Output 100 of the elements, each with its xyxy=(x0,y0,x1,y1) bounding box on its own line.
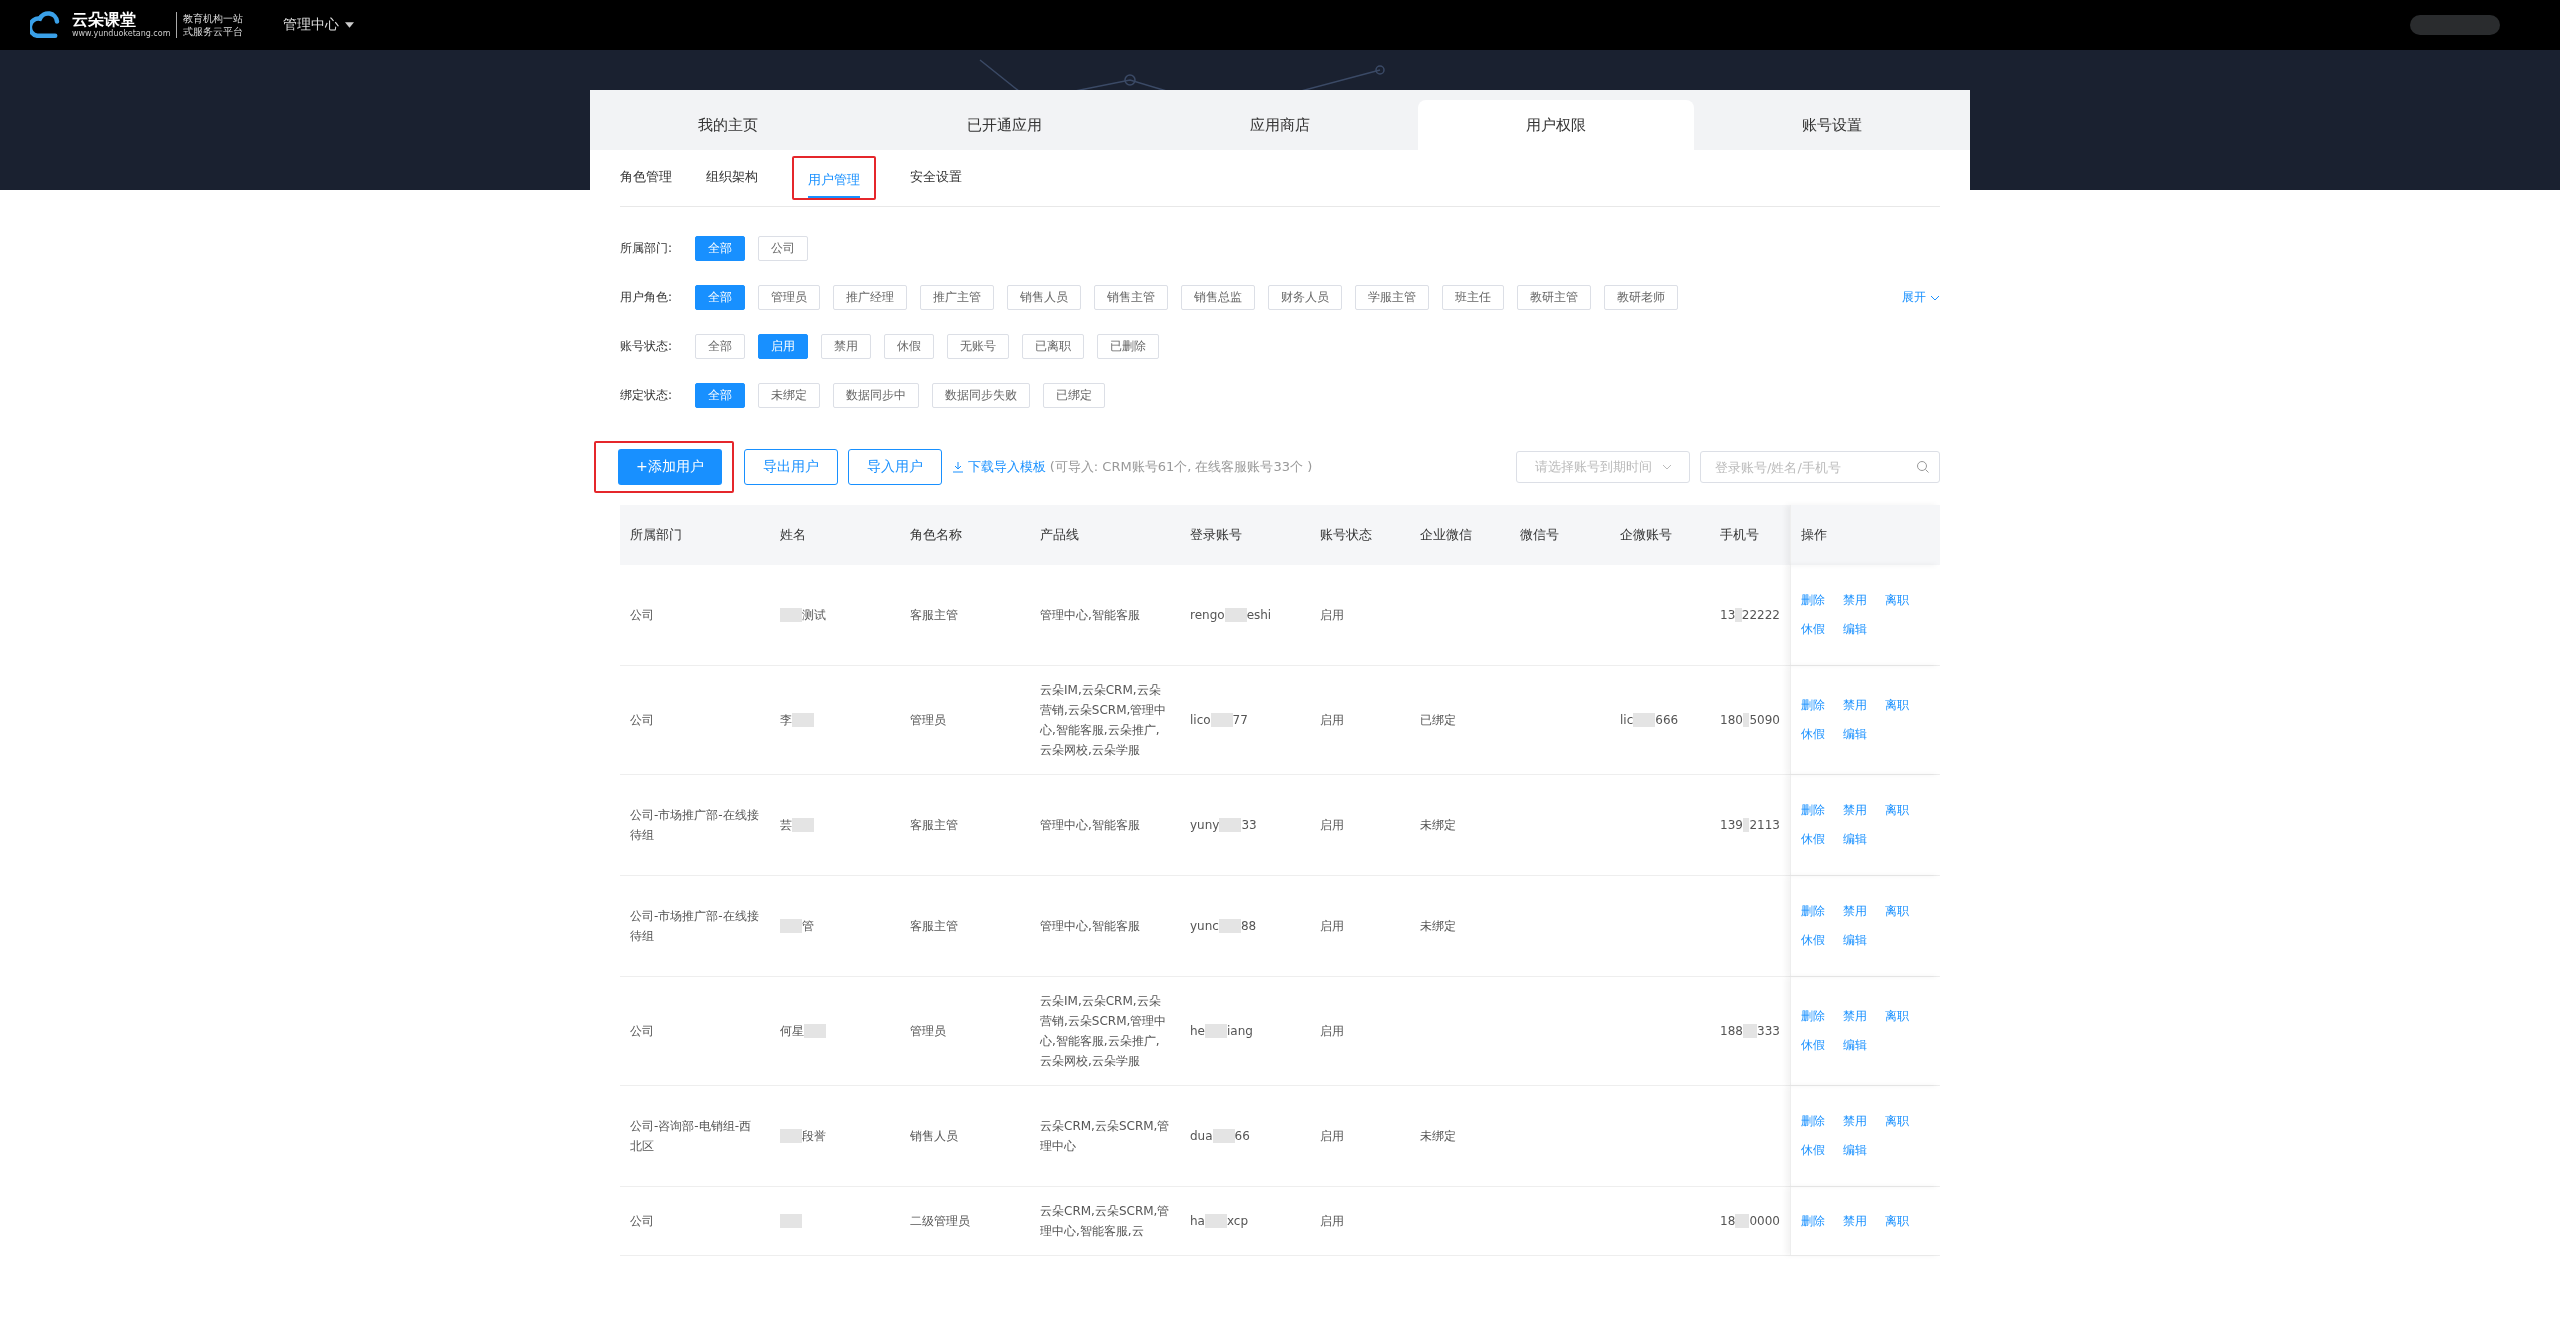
action-link[interactable]: 编辑 xyxy=(1843,932,1885,949)
filter-chip[interactable]: 已绑定 xyxy=(1043,383,1105,408)
filter-chip[interactable]: 已删除 xyxy=(1097,334,1159,359)
table-cell-text: iang xyxy=(1227,1023,1253,1040)
filter-chip[interactable]: 教研老师 xyxy=(1604,285,1678,310)
action-link[interactable]: 休假 xyxy=(1801,1142,1843,1159)
filter-chip[interactable]: 销售主管 xyxy=(1094,285,1168,310)
table-cell-text: 启用 xyxy=(1320,607,1344,624)
action-link[interactable]: 禁用 xyxy=(1843,697,1885,714)
redaction-block xyxy=(1742,818,1750,832)
filter-chip[interactable]: 数据同步中 xyxy=(833,383,919,408)
action-link[interactable]: 休假 xyxy=(1801,932,1843,949)
main-tab[interactable]: 账号设置 xyxy=(1694,100,1970,150)
filter-chip[interactable]: 已离职 xyxy=(1022,334,1084,359)
filter-chip[interactable]: 学服主管 xyxy=(1355,285,1429,310)
action-link[interactable]: 休假 xyxy=(1801,726,1843,743)
action-link[interactable]: 离职 xyxy=(1885,592,1927,609)
action-link[interactable]: 离职 xyxy=(1885,802,1927,819)
main-tab[interactable]: 我的主页 xyxy=(590,100,866,150)
action-link[interactable]: 删除 xyxy=(1801,1008,1843,1025)
filter-chip[interactable]: 禁用 xyxy=(821,334,871,359)
download-template-link[interactable]: 下载导入模板 xyxy=(951,458,1046,476)
main-tab[interactable]: 已开通应用 xyxy=(866,100,1142,150)
action-link[interactable]: 编辑 xyxy=(1843,726,1885,743)
action-link[interactable]: 离职 xyxy=(1885,1212,1927,1230)
search-icon xyxy=(1916,460,1930,474)
action-link[interactable]: 编辑 xyxy=(1843,1142,1885,1159)
sub-tab[interactable]: 安全设置 xyxy=(910,161,962,195)
filter-chip[interactable]: 休假 xyxy=(884,334,934,359)
redaction-block xyxy=(780,919,802,933)
filter-chip[interactable]: 销售总监 xyxy=(1181,285,1255,310)
table-cell-text: lic xyxy=(1620,712,1634,729)
action-link[interactable]: 删除 xyxy=(1801,903,1843,920)
filter-chip[interactable]: 数据同步失败 xyxy=(932,383,1030,408)
expiry-select[interactable]: 请选择账号到期时间 xyxy=(1516,451,1690,483)
action-link[interactable]: 删除 xyxy=(1801,592,1843,609)
table-cell-text: 22222 xyxy=(1741,607,1780,624)
expand-link[interactable]: 展开 xyxy=(1902,289,1940,306)
action-link[interactable]: 离职 xyxy=(1885,903,1927,920)
action-link[interactable]: 休假 xyxy=(1801,621,1843,638)
table-cell-text: 88 xyxy=(1240,918,1257,935)
column-header: 账号状态 xyxy=(1319,526,1373,544)
redaction-block xyxy=(780,1214,802,1228)
action-link[interactable]: 删除 xyxy=(1801,1212,1843,1230)
filter-chip[interactable]: 全部 xyxy=(695,383,745,408)
toolbar-button[interactable]: 导入用户 xyxy=(847,449,942,485)
table-cell-text: 公司 xyxy=(630,712,654,729)
action-link[interactable]: 删除 xyxy=(1801,1113,1843,1130)
table-cell-text: 180 xyxy=(1720,712,1743,729)
action-link[interactable]: 编辑 xyxy=(1843,1037,1885,1054)
filter-chip[interactable]: 全部 xyxy=(695,236,745,261)
management-center-menu[interactable]: 管理中心 xyxy=(283,16,355,34)
avatar-placeholder[interactable] xyxy=(2410,15,2500,35)
filter-chip[interactable]: 教研主管 xyxy=(1517,285,1591,310)
action-link[interactable]: 禁用 xyxy=(1843,802,1885,819)
action-link[interactable]: 离职 xyxy=(1885,1113,1927,1130)
action-link[interactable]: 删除 xyxy=(1801,802,1843,819)
filter-chip[interactable]: 全部 xyxy=(695,285,745,310)
filter-chip[interactable]: 销售人员 xyxy=(1007,285,1081,310)
action-link[interactable]: 休假 xyxy=(1801,1037,1843,1054)
filter-chip[interactable]: 启用 xyxy=(758,334,808,359)
filter-chip[interactable]: 班主任 xyxy=(1442,285,1504,310)
filter-chip[interactable]: 推广经理 xyxy=(833,285,907,310)
filter-chip[interactable]: 公司 xyxy=(758,236,808,261)
main-tab[interactable]: 用户权限 xyxy=(1418,100,1694,150)
action-link[interactable]: 休假 xyxy=(1801,831,1843,848)
action-link[interactable]: 禁用 xyxy=(1843,1008,1885,1025)
action-link[interactable]: 编辑 xyxy=(1843,831,1885,848)
filter-chip[interactable]: 财务人员 xyxy=(1268,285,1342,310)
action-link[interactable]: 离职 xyxy=(1885,1008,1927,1025)
filter-chip[interactable]: 管理员 xyxy=(758,285,820,310)
sub-tab[interactable]: 角色管理 xyxy=(620,161,672,195)
filter-chip[interactable]: 全部 xyxy=(695,334,745,359)
action-link[interactable]: 删除 xyxy=(1801,697,1843,714)
redaction-block xyxy=(804,1024,826,1038)
main-tab[interactable]: 应用商店 xyxy=(1142,100,1418,150)
action-link[interactable]: 离职 xyxy=(1885,697,1927,714)
sub-tab[interactable]: 组织架构 xyxy=(706,161,758,195)
table-cell-text: 销售人员 xyxy=(910,1128,958,1145)
action-link[interactable]: 禁用 xyxy=(1843,1113,1885,1130)
table-cell-text: he xyxy=(1190,1023,1205,1040)
search-field[interactable]: 登录账号/姓名/手机号 xyxy=(1700,451,1940,483)
filter-label: 账号状态: xyxy=(620,338,674,355)
action-link[interactable]: 禁用 xyxy=(1843,592,1885,609)
action-link[interactable]: 编辑 xyxy=(1843,621,1885,638)
table-cell-text: 333 xyxy=(1757,1023,1780,1040)
add-user-button[interactable]: +添加用户 xyxy=(618,449,722,485)
toolbar-button[interactable]: 导出用户 xyxy=(743,449,838,485)
column-header: 操作 xyxy=(1790,505,1940,565)
filter-chip[interactable]: 无账号 xyxy=(947,334,1009,359)
table-cell-text: 公司 xyxy=(630,1213,654,1230)
column-header: 登录账号 xyxy=(1189,526,1243,544)
sub-tab[interactable]: 用户管理 xyxy=(808,164,860,198)
action-link[interactable]: 禁用 xyxy=(1843,1212,1885,1230)
filter-chip[interactable]: 推广主管 xyxy=(920,285,994,310)
download-icon xyxy=(951,461,964,473)
action-link[interactable]: 禁用 xyxy=(1843,903,1885,920)
filter-chip[interactable]: 未绑定 xyxy=(758,383,820,408)
redaction-block xyxy=(1218,919,1241,933)
table-cell-text: 33 xyxy=(1241,817,1257,834)
